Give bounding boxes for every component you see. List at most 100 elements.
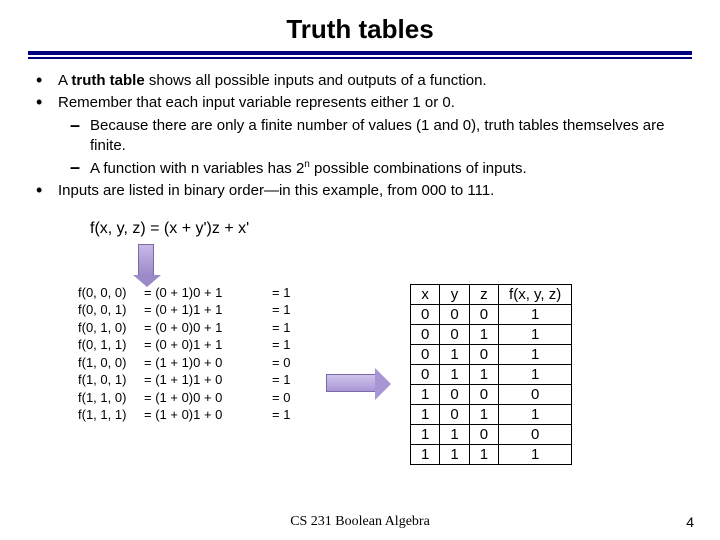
table-row: 0011 bbox=[411, 324, 572, 344]
table-cell: 1 bbox=[411, 444, 440, 464]
table-cell: 0 bbox=[411, 364, 440, 384]
table-cell: 0 bbox=[469, 304, 498, 324]
table-row: 0001 bbox=[411, 304, 572, 324]
table-row: 1011 bbox=[411, 404, 572, 424]
eval-row: f(1, 1, 1) = (1 + 0)1 + 0 = 1 bbox=[78, 406, 298, 424]
table-row: 0111 bbox=[411, 364, 572, 384]
eval-cell: = (1 + 0)1 + 0 bbox=[144, 406, 264, 424]
table-cell: 1 bbox=[440, 424, 469, 444]
table-cell: 1 bbox=[440, 444, 469, 464]
slide-title: Truth tables bbox=[28, 14, 692, 45]
eval-cell: = (1 + 1)1 + 0 bbox=[144, 371, 264, 389]
page-number: 4 bbox=[686, 514, 694, 530]
eval-row: f(0, 0, 1) = (0 + 1)1 + 1 = 1 bbox=[78, 301, 298, 319]
table-cell: 1 bbox=[469, 324, 498, 344]
table-header: f(x, y, z) bbox=[499, 284, 572, 304]
eval-cell: = 1 bbox=[272, 371, 298, 389]
bullet-text: Inputs are listed in binary order—in thi… bbox=[58, 181, 692, 201]
table-cell: 0 bbox=[411, 304, 440, 324]
table-cell: 0 bbox=[499, 384, 572, 404]
table-row: 0101 bbox=[411, 344, 572, 364]
eval-row: f(1, 0, 0) = (1 + 1)0 + 0 = 0 bbox=[78, 354, 298, 372]
eval-row: f(0, 1, 0) = (0 + 0)0 + 1 = 1 bbox=[78, 319, 298, 337]
eval-cell: f(1, 1, 0) bbox=[78, 389, 136, 407]
table-cell: 1 bbox=[411, 424, 440, 444]
eval-cell: f(1, 1, 1) bbox=[78, 406, 136, 424]
eval-cell: f(0, 1, 0) bbox=[78, 319, 136, 337]
table-cell: 1 bbox=[499, 404, 572, 424]
table-cell: 1 bbox=[440, 364, 469, 384]
eval-cell: = (1 + 0)0 + 0 bbox=[144, 389, 264, 407]
bullet-text: Because there are only a finite number o… bbox=[90, 116, 692, 157]
eval-cell: = 1 bbox=[272, 319, 298, 337]
table-cell: 0 bbox=[411, 344, 440, 364]
bullet-mark: • bbox=[36, 93, 58, 113]
bullet-item: • Remember that each input variable repr… bbox=[36, 93, 692, 113]
table-cell: 0 bbox=[469, 344, 498, 364]
table-cell: 1 bbox=[499, 344, 572, 364]
bullet-item: • Inputs are listed in binary order—in t… bbox=[36, 181, 692, 201]
table-cell: 0 bbox=[499, 424, 572, 444]
table-cell: 1 bbox=[440, 344, 469, 364]
eval-cell: = 1 bbox=[272, 284, 298, 302]
table-cell: 1 bbox=[411, 384, 440, 404]
table-cell: 0 bbox=[440, 304, 469, 324]
table-cell: 1 bbox=[469, 444, 498, 464]
table-row: 1100 bbox=[411, 424, 572, 444]
table-cell: 1 bbox=[499, 304, 572, 324]
table-header: y bbox=[440, 284, 469, 304]
eval-cell: = (0 + 1)1 + 1 bbox=[144, 301, 264, 319]
eval-cell: f(1, 0, 1) bbox=[78, 371, 136, 389]
footer-text: CS 231 Boolean Algebra bbox=[0, 514, 720, 530]
eval-row: f(1, 0, 1) = (1 + 1)1 + 0 = 1 bbox=[78, 371, 298, 389]
evaluation-list: f(0, 0, 0) = (0 + 1)0 + 1 = 1 f(0, 0, 1) = (… bbox=[78, 284, 298, 424]
divider-thick bbox=[28, 51, 692, 55]
eval-cell: f(0, 0, 1) bbox=[78, 301, 136, 319]
eval-cell: = 1 bbox=[272, 301, 298, 319]
eval-cell: f(0, 0, 0) bbox=[78, 284, 136, 302]
eval-cell: f(0, 1, 1) bbox=[78, 336, 136, 354]
eval-cell: = (0 + 0)0 + 1 bbox=[144, 319, 264, 337]
table-cell: 1 bbox=[469, 404, 498, 424]
table-cell: 0 bbox=[469, 384, 498, 404]
table-row: 1111 bbox=[411, 444, 572, 464]
table-cell: 0 bbox=[411, 324, 440, 344]
divider-thin bbox=[28, 57, 692, 59]
table-header: z bbox=[469, 284, 498, 304]
eval-cell: = 1 bbox=[272, 336, 298, 354]
table-row: 1000 bbox=[411, 384, 572, 404]
table-header: x bbox=[411, 284, 440, 304]
bullet-item: • A truth table shows all possible input… bbox=[36, 71, 692, 91]
table-cell: 1 bbox=[499, 324, 572, 344]
table-cell: 0 bbox=[440, 404, 469, 424]
formula: f(x, y, z) = (x + y')z + x' bbox=[90, 220, 692, 238]
eval-row: f(1, 1, 0) = (1 + 0)0 + 0 = 0 bbox=[78, 389, 298, 407]
truth-table: xyzf(x, y, z) 00010011010101111000101111… bbox=[410, 284, 572, 465]
eval-row: f(0, 1, 1) = (0 + 0)1 + 1 = 1 bbox=[78, 336, 298, 354]
table-cell: 1 bbox=[499, 444, 572, 464]
sub-bullet-item: – Because there are only a finite number… bbox=[70, 116, 692, 157]
arrow-down-icon bbox=[138, 244, 692, 276]
bullet-mark: • bbox=[36, 181, 58, 201]
sub-bullet-item: – A function with n variables has 2n pos… bbox=[70, 158, 692, 179]
bullet-text: A truth table shows all possible inputs … bbox=[58, 71, 692, 91]
eval-row: f(0, 0, 0) = (0 + 1)0 + 1 = 1 bbox=[78, 284, 298, 302]
dash-mark: – bbox=[70, 116, 90, 157]
eval-cell: = (0 + 1)0 + 1 bbox=[144, 284, 264, 302]
bullet-text: A function with n variables has 2n possi… bbox=[90, 158, 692, 179]
bullet-list: • A truth table shows all possible input… bbox=[28, 71, 692, 202]
bullet-text: Remember that each input variable repres… bbox=[58, 93, 692, 113]
eval-cell: = 0 bbox=[272, 354, 298, 372]
eval-cell: = 1 bbox=[272, 406, 298, 424]
eval-cell: f(1, 0, 0) bbox=[78, 354, 136, 372]
eval-cell: = 0 bbox=[272, 389, 298, 407]
eval-cell: = (1 + 1)0 + 0 bbox=[144, 354, 264, 372]
table-cell: 1 bbox=[411, 404, 440, 424]
table-cell: 1 bbox=[469, 364, 498, 384]
table-cell: 0 bbox=[469, 424, 498, 444]
dash-mark: – bbox=[70, 158, 90, 179]
table-cell: 0 bbox=[440, 324, 469, 344]
table-cell: 0 bbox=[440, 384, 469, 404]
table-cell: 1 bbox=[499, 364, 572, 384]
eval-cell: = (0 + 0)1 + 1 bbox=[144, 336, 264, 354]
